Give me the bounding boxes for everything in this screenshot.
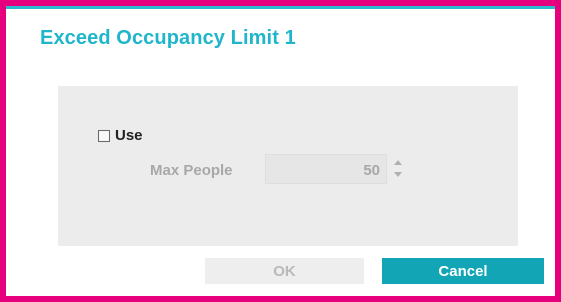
settings-panel: Use Max People 50	[58, 86, 518, 246]
max-people-label: Max People	[150, 162, 233, 179]
ok-button[interactable]: OK	[205, 258, 364, 284]
use-checkbox[interactable]	[98, 129, 110, 142]
stepper-down-icon[interactable]	[394, 172, 402, 177]
cancel-button[interactable]: Cancel	[382, 258, 544, 284]
max-people-input[interactable]: 50	[265, 154, 387, 184]
use-label: Use	[115, 127, 143, 144]
dialog-window: Exceed Occupancy Limit 1 Use Max People …	[0, 0, 561, 302]
stepper-up-icon[interactable]	[394, 160, 402, 165]
dialog-top-accent	[6, 6, 555, 9]
max-people-stepper[interactable]	[393, 158, 403, 180]
max-people-value: 50	[363, 162, 380, 179]
dialog-title: Exceed Occupancy Limit 1	[40, 27, 296, 49]
use-option[interactable]: Use	[98, 127, 143, 144]
